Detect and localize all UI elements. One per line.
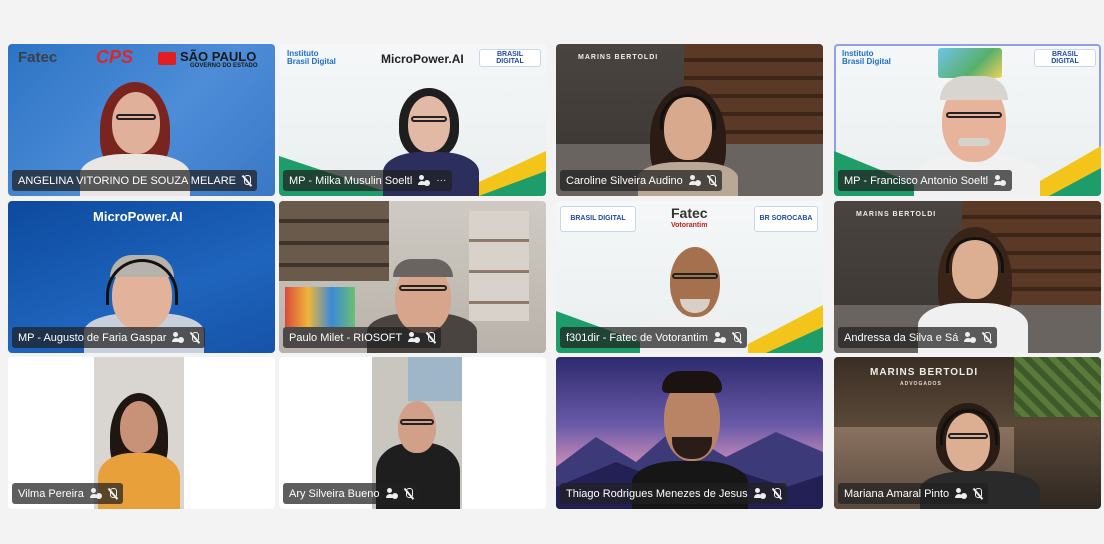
micropower-logo: MicroPower.AI <box>381 52 464 66</box>
mic-off-icon <box>982 331 992 344</box>
participant-nametag: Mariana Amaral Pinto <box>838 483 989 504</box>
bookshelf-background <box>279 201 389 281</box>
video-tile-andressa[interactable]: MARINS BERTOLDI Andressa da Silva e Sá <box>834 201 1101 353</box>
mic-off-icon <box>707 174 716 187</box>
participant-nametag: Andressa da Silva e Sá <box>838 327 998 348</box>
video-tile-fatec-votorantim[interactable]: BRASIL DIGITAL Fatec Votorantim BR SOROC… <box>556 201 823 353</box>
mustache <box>958 138 990 146</box>
mic-off-icon <box>973 487 983 500</box>
video-tile-caroline[interactable]: MARINS BERTOLDI Caroline Silveira Audino <box>556 44 823 196</box>
participant-nametag: Caroline Silveira Audino <box>560 170 722 191</box>
white-hair <box>940 76 1008 100</box>
participant-role-icon <box>89 488 102 499</box>
participant-name: Caroline Silveira Audino <box>566 174 683 187</box>
wall-art <box>285 287 355 327</box>
participant-nametag: f301dir - Fatec de Votorantim <box>560 327 747 348</box>
participant-role-icon <box>753 488 766 499</box>
participant-nametag: MP - Francisco Antonio Soeltl <box>838 170 1013 191</box>
mic-off-icon <box>772 487 781 500</box>
governo-estado-text: GOVERNO DO ESTADO <box>190 63 258 69</box>
micropower-logo: MicroPower.AI <box>93 209 183 224</box>
sp-flag-icon <box>158 52 176 65</box>
participant-role-icon <box>955 488 968 499</box>
participant-name: Andressa da Silva e Sá <box>844 331 959 344</box>
mic-off-icon <box>108 487 117 500</box>
votorantim-text: Votorantim <box>671 222 708 229</box>
participant-name: Mariana Amaral Pinto <box>844 487 950 500</box>
mic-off-icon <box>732 331 741 344</box>
sao-paulo-logo: SÃO PAULO <box>180 49 257 64</box>
event-illustration <box>938 48 1002 78</box>
participant-nametag: Thiago Rodrigues Menezes de Jesus <box>560 483 787 504</box>
participant-role-icon <box>418 175 431 186</box>
participant-role-icon <box>408 332 421 343</box>
participant-name: Ary Silveira Bueno <box>289 487 380 500</box>
video-tile-vilma[interactable]: Vilma Pereira <box>8 357 275 509</box>
advogados-text: ADVOGADOS <box>900 381 942 387</box>
mic-off-icon <box>242 174 252 187</box>
participant-role-icon <box>994 175 1007 186</box>
participant-role-icon <box>964 332 977 343</box>
video-tile-ary[interactable]: Ary Silveira Bueno <box>279 357 546 509</box>
participant-name: MP - Milka Musulin Soeltl <box>289 174 413 187</box>
br-sorocaba-logo: BR SOROCABA <box>754 206 818 232</box>
video-tile-mariana[interactable]: MARINS BERTOLDI ADVOGADOS Mariana Amaral… <box>834 357 1101 509</box>
video-tile-paulo[interactable]: Paulo Milet - RIOSOFT <box>279 201 546 353</box>
video-tile-augusto[interactable]: MicroPower.AI MP - Augusto de Faria Gasp… <box>8 201 275 353</box>
brasil-digital-logo: BRASIL DIGITAL <box>560 206 636 232</box>
participant-nametag: Vilma Pereira <box>12 483 123 504</box>
cps-logo: CPS <box>96 47 134 67</box>
participant-name: MP - Augusto de Faria Gaspar <box>18 331 167 344</box>
video-tile-thiago[interactable]: Thiago Rodrigues Menezes de Jesus <box>556 357 823 509</box>
wall-map <box>408 357 462 401</box>
fatec-logo: Fatec <box>18 49 58 66</box>
participant-nametag: Paulo Milet - RIOSOFT <box>283 327 442 348</box>
brasil-digital-logo: BRASIL DIGITAL <box>1034 49 1096 67</box>
marins-bertoldi-logo: MARINS BERTOLDI <box>578 54 659 61</box>
wall-shelf <box>469 211 529 321</box>
more-options-icon[interactable]: ··· <box>436 175 446 186</box>
mic-off-icon <box>404 487 413 500</box>
participant-nametag: MP - Augusto de Faria Gaspar <box>12 327 206 348</box>
mic-off-icon <box>190 331 200 344</box>
participant-name: Paulo Milet - RIOSOFT <box>289 331 403 344</box>
plant-wall <box>1014 357 1101 417</box>
participant-name: ANGELINA VITORINO DE SOUZA MELARE <box>18 174 237 187</box>
video-grid: Fatec CPS SÃO PAULO GOVERNO DO ESTADO AN… <box>8 44 1104 509</box>
marins-bertoldi-logo: MARINS BERTOLDI <box>856 211 937 218</box>
participant-nametag: MP - Milka Musulin Soeltl ··· <box>283 170 453 191</box>
video-tile-milka[interactable]: Instituto Brasil Digital MicroPower.AI B… <box>279 44 546 196</box>
participant-role-icon <box>172 332 185 343</box>
participant-role-icon <box>688 175 701 186</box>
instituto-brasil-digital-logo: Instituto Brasil Digital <box>287 49 336 67</box>
dark-hair <box>393 259 453 277</box>
participant-name: MP - Francisco Antonio Soeltl <box>844 174 989 187</box>
participant-name: f301dir - Fatec de Votorantim <box>566 331 708 344</box>
participant-nametag: Ary Silveira Bueno <box>283 483 419 504</box>
brasil-digital-logo: BRASIL DIGITAL <box>479 49 541 67</box>
dark-hair <box>662 371 722 393</box>
instituto-brasil-digital-logo: Instituto Brasil Digital <box>842 49 891 67</box>
fatec-logo: Fatec <box>671 205 708 221</box>
video-tile-angelina[interactable]: Fatec CPS SÃO PAULO GOVERNO DO ESTADO AN… <box>8 44 275 196</box>
participant-name: Thiago Rodrigues Menezes de Jesus <box>566 487 748 500</box>
participant-role-icon <box>385 488 398 499</box>
video-tile-francisco[interactable]: Instituto Brasil Digital BRASIL DIGITAL … <box>834 44 1101 196</box>
marins-bertoldi-logo: MARINS BERTOLDI <box>870 367 979 378</box>
mic-off-icon <box>426 331 436 344</box>
participant-nametag: ANGELINA VITORINO DE SOUZA MELARE <box>12 170 258 191</box>
participant-name: Vilma Pereira <box>18 487 84 500</box>
participant-role-icon <box>713 332 726 343</box>
